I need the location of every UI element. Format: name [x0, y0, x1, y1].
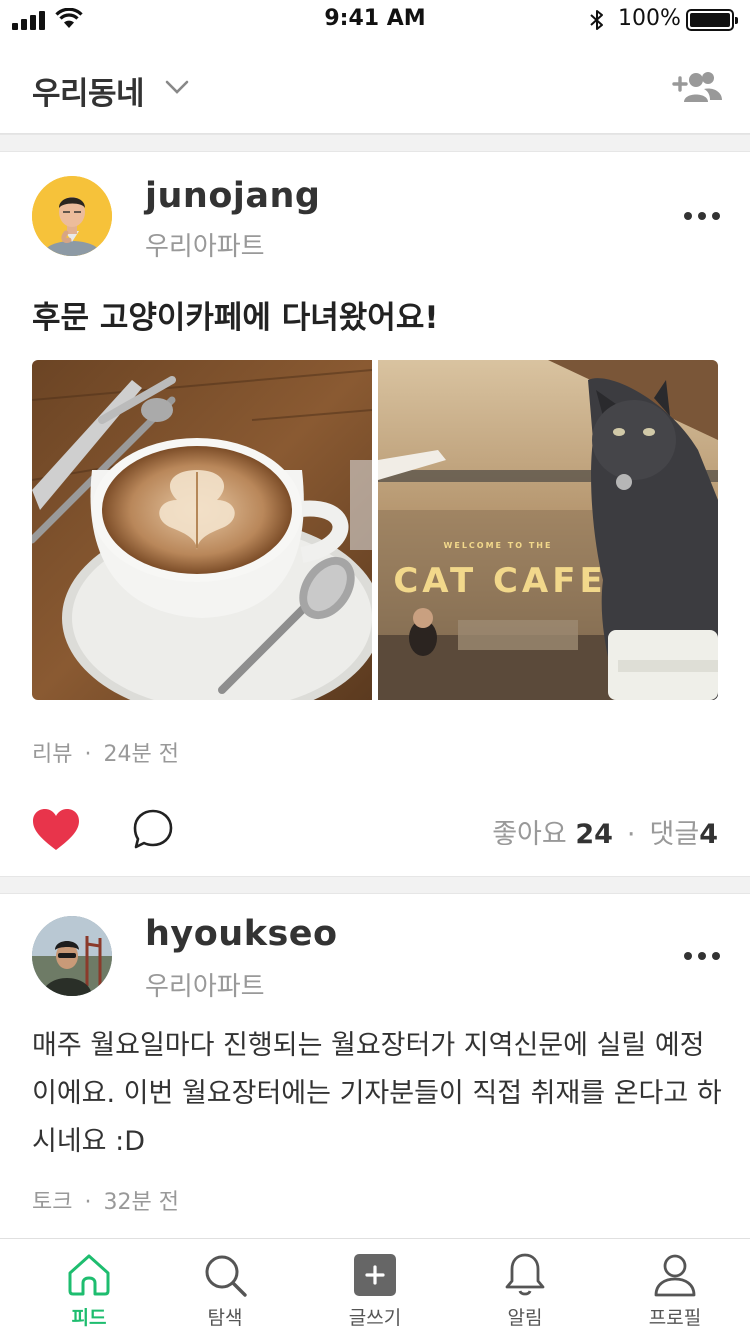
search-icon — [205, 1255, 247, 1297]
top-nav: 우리동네 — [0, 40, 750, 134]
post-meta: 토크 · 32분 전 — [32, 1190, 179, 1215]
battery-icon — [686, 9, 738, 31]
user-photo — [32, 916, 112, 996]
neighborhood-title[interactable]: 우리동네 — [32, 68, 145, 113]
profile-icon — [654, 1254, 696, 1297]
cat-cafe-small-sign: WELCOME TO THE — [444, 541, 553, 550]
comments-count[interactable]: 4 — [699, 819, 718, 850]
tab-label: 알림 — [507, 1307, 543, 1329]
post-text[interactable]: 매주 월요일마다 진행되는 월요장터가 지역신문에 실릴 예정이에요. 이번 월… — [32, 1022, 722, 1166]
cat-cafe-sign: CAT CAFE — [393, 561, 606, 601]
write-plus-icon — [354, 1254, 396, 1296]
post-title[interactable]: 후문 고양이카페에 다녀왔어요! — [32, 292, 438, 337]
tab-search[interactable]: 탐색 — [150, 1239, 300, 1334]
section-divider — [0, 876, 750, 894]
post-counts: 좋아요 24 · 댓글4 — [492, 819, 718, 850]
post-time: 24분 전 — [103, 742, 179, 767]
post-username[interactable]: hyoukseo — [145, 914, 338, 954]
avatar[interactable] — [32, 916, 112, 996]
home-icon — [68, 1254, 110, 1296]
post-photo-latte[interactable] — [32, 360, 372, 700]
battery-percent: 100% — [618, 6, 681, 31]
tab-label: 탐색 — [207, 1307, 243, 1329]
more-options-icon[interactable] — [684, 952, 720, 960]
status-bar: 9:41 AM 100% — [0, 0, 750, 40]
post-time: 32분 전 — [103, 1190, 179, 1215]
likes-count[interactable]: 24 — [575, 819, 613, 850]
tab-notifications[interactable]: 알림 — [450, 1239, 600, 1334]
tab-label: 피드 — [71, 1307, 107, 1329]
chevron-down-icon[interactable] — [164, 78, 190, 96]
tab-profile[interactable]: 프로필 — [600, 1239, 750, 1334]
tab-label: 글쓰기 — [348, 1307, 402, 1329]
post-location: 우리아파트 — [145, 972, 265, 1002]
post-actions: 좋아요 24 · 댓글4 — [0, 800, 750, 860]
bell-icon — [505, 1253, 545, 1296]
bluetooth-icon — [590, 10, 603, 30]
post-meta: 리뷰 · 24분 전 — [32, 742, 179, 767]
comments-label: 댓글 — [649, 819, 700, 850]
post-category[interactable]: 리뷰 — [32, 742, 72, 767]
tab-bar: 피드 탐색 글쓰기 알림 프로필 — [0, 1238, 750, 1334]
tab-label: 프로필 — [648, 1307, 702, 1329]
tab-feed[interactable]: 피드 — [14, 1239, 164, 1334]
post-category[interactable]: 토크 — [32, 1190, 72, 1215]
heart-icon[interactable] — [32, 808, 80, 852]
post-location: 우리아파트 — [145, 232, 265, 262]
avatar[interactable] — [32, 176, 112, 256]
more-options-icon[interactable] — [684, 212, 720, 220]
tab-write[interactable]: 글쓰기 — [300, 1239, 450, 1334]
post-username[interactable]: junojang — [145, 176, 320, 216]
comment-icon[interactable] — [132, 808, 174, 850]
likes-label: 좋아요 — [492, 819, 567, 850]
section-divider — [0, 134, 750, 152]
user-photo — [32, 176, 112, 256]
add-friend-icon[interactable] — [672, 68, 724, 106]
post-photo-cat-cafe[interactable]: CAT CAFE WELCOME TO THE — [378, 360, 718, 700]
